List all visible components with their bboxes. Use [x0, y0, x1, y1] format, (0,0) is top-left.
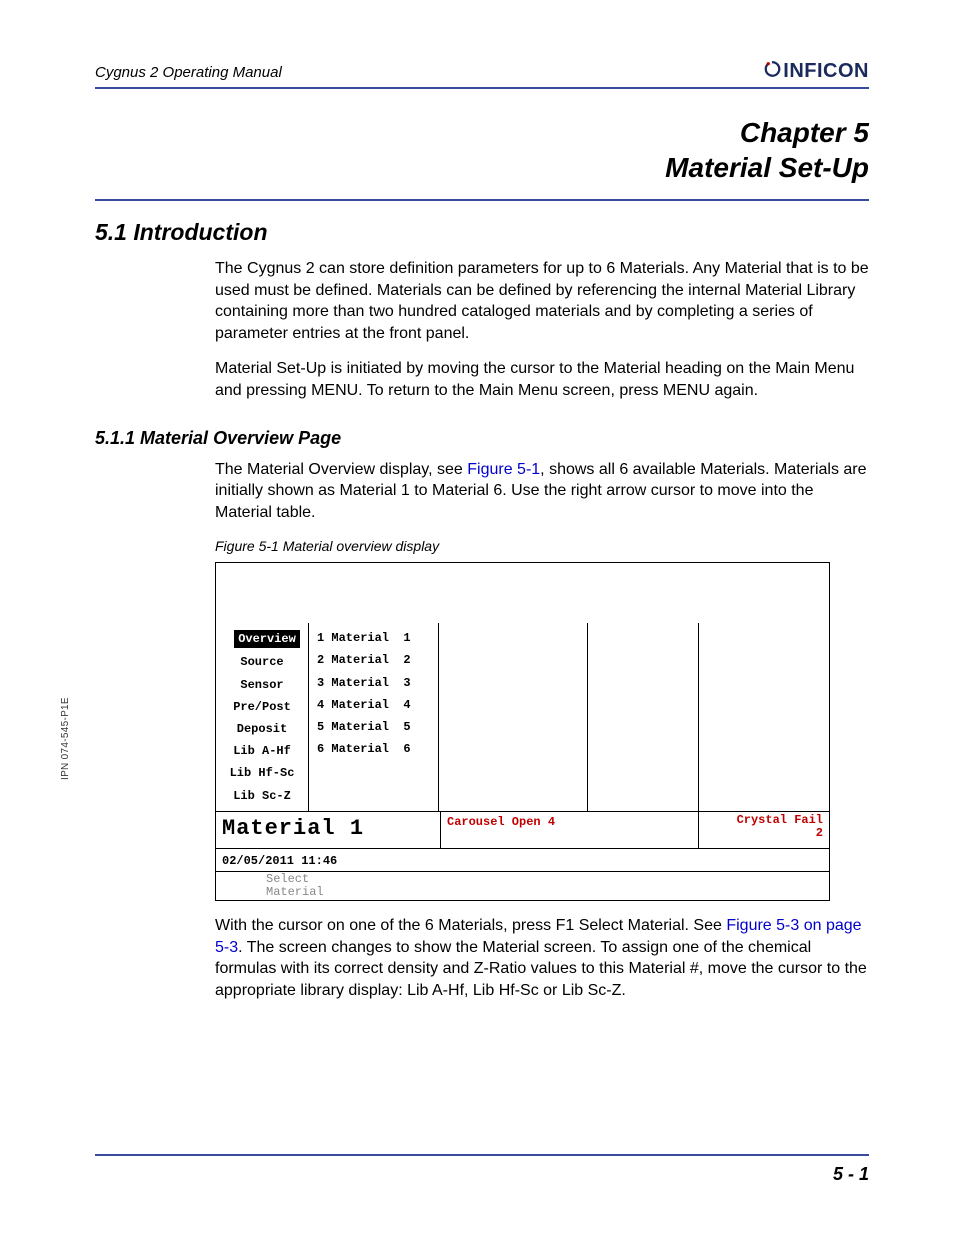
page-number: 5 - 1 [833, 1164, 869, 1184]
figure-link[interactable]: Figure 5-1 [467, 461, 540, 478]
blank-column [699, 623, 829, 811]
menu-item-lib-ahf[interactable]: Lib A-Hf [216, 740, 308, 762]
menu-item-source[interactable]: Source [216, 651, 308, 673]
doc-title: Cygnus 2 Operating Manual [95, 64, 282, 81]
material-row[interactable]: 5 Material 5 [313, 716, 434, 738]
material-row[interactable]: 6 Material 6 [313, 738, 434, 760]
side-ipn-label: IPN 074-545-P1E [60, 697, 71, 780]
subsection-body: The Material Overview display, see Figur… [215, 459, 869, 1002]
menu-column: Overview Source Sensor Pre/Post Deposit … [216, 623, 309, 811]
menu-item-overview[interactable]: Overview [234, 630, 300, 648]
divider [95, 199, 869, 201]
brand-text: INFICON [783, 60, 869, 83]
text: . The screen changes to show the Materia… [215, 939, 867, 999]
softkey-line[interactable]: Material [266, 886, 829, 899]
material-row[interactable]: 2 Material 2 [313, 649, 434, 671]
chapter-line2: Material Set-Up [95, 150, 869, 185]
selected-material-label: Material 1 [216, 812, 441, 848]
status-carousel: Carousel Open 4 [441, 812, 699, 848]
text: With the cursor on one of the 6 Material… [215, 917, 726, 934]
section-body: The Cygnus 2 can store definition parame… [215, 258, 869, 402]
para-overview-1: The Material Overview display, see Figur… [215, 459, 869, 524]
status-crystal-fail: Crystal Fail 2 [699, 812, 829, 848]
para-overview-2: With the cursor on one of the 6 Material… [215, 915, 869, 1001]
material-row[interactable]: 3 Material 3 [313, 672, 434, 694]
screenshot-status-row: Material 1 Carousel Open 4 Crystal Fail … [216, 812, 829, 849]
page-header: Cygnus 2 Operating Manual INFICON [95, 60, 869, 89]
menu-item-lib-scz[interactable]: Lib Sc-Z [216, 785, 308, 807]
material-row[interactable]: 4 Material 4 [313, 694, 434, 716]
screenshot-grid: Overview Source Sensor Pre/Post Deposit … [216, 623, 829, 812]
blank-column [588, 623, 699, 811]
text: Crystal Fail [705, 814, 823, 827]
menu-item-sensor[interactable]: Sensor [216, 674, 308, 696]
text: The Material Overview display, see [215, 461, 467, 478]
page-footer: 5 - 1 [95, 1154, 869, 1185]
chapter-line1: Chapter 5 [95, 115, 869, 150]
inficon-icon [763, 60, 781, 83]
material-list-column: 1 Material 1 2 Material 2 3 Material 3 4… [309, 623, 439, 811]
figure-caption: Figure 5-1 Material overview display [215, 537, 869, 556]
blank-column [439, 623, 588, 811]
menu-item-prepost[interactable]: Pre/Post [216, 696, 308, 718]
para-intro-1: The Cygnus 2 can store definition parame… [215, 258, 869, 344]
menu-item-deposit[interactable]: Deposit [216, 718, 308, 740]
subsection-heading: 5.1.1 Material Overview Page [95, 428, 869, 449]
material-row[interactable]: 1 Material 1 [313, 627, 434, 649]
text: 2 [705, 827, 823, 840]
menu-item-lib-hfsc[interactable]: Lib Hf-Sc [216, 762, 308, 784]
material-overview-screenshot: Overview Source Sensor Pre/Post Deposit … [215, 562, 830, 901]
screenshot-softkey: Select Material [216, 871, 829, 900]
para-intro-2: Material Set-Up is initiated by moving t… [215, 358, 869, 401]
chapter-title: Chapter 5 Material Set-Up [95, 115, 869, 185]
section-heading: 5.1 Introduction [95, 219, 869, 246]
screenshot-datetime: 02/05/2011 11:46 [216, 849, 829, 871]
softkey-line[interactable]: Select [266, 873, 829, 886]
brand-logo: INFICON [763, 60, 869, 83]
